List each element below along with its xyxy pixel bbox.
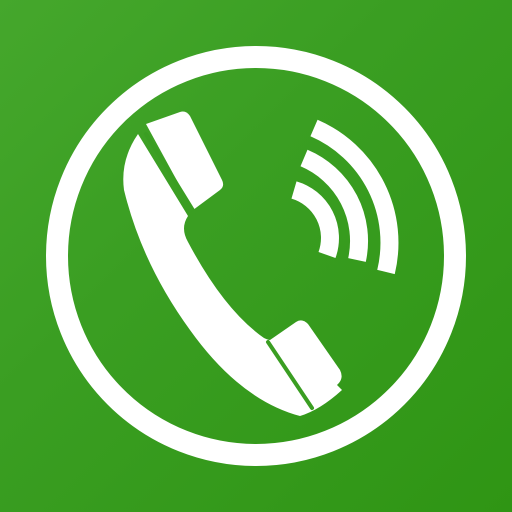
phone-call-icon (46, 46, 466, 466)
signal-waves-icon (291, 119, 399, 275)
phone-app-icon[interactable] (0, 0, 512, 512)
signal-wave-small (291, 181, 339, 259)
